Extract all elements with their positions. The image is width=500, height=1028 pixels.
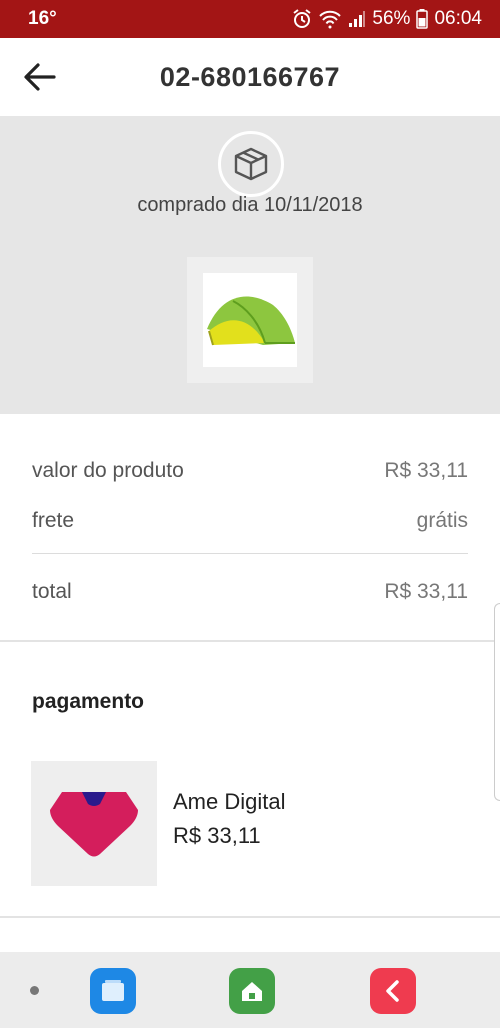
shipping-row: frete grátis — [32, 509, 468, 533]
product-value-row: valor do produto R$ 33,11 — [32, 459, 468, 483]
back-icon — [386, 980, 399, 1002]
section-divider-bottom — [0, 916, 500, 918]
battery-percent: 56% — [372, 8, 411, 29]
wifi-icon — [318, 9, 342, 29]
total-value: R$ 33,11 — [384, 580, 468, 603]
package-box-icon — [234, 147, 268, 181]
order-header: comprado dia 10/11/2018 — [0, 116, 500, 414]
status-bar: 16° 56% 06:04 — [0, 0, 500, 38]
bottom-dock — [0, 952, 500, 1028]
payment-amount: R$ 33,11 — [173, 823, 261, 848]
clock-text: 06:04 — [434, 8, 482, 29]
purchase-date: comprado dia 10/11/2018 — [137, 194, 363, 216]
alarm-icon — [292, 9, 312, 29]
total-row: total R$ 33,11 — [32, 580, 468, 604]
tent-product-image — [207, 296, 295, 346]
section-divider — [0, 640, 500, 642]
payment-section-title: pagamento — [32, 690, 145, 713]
home-button[interactable] — [229, 968, 275, 1014]
home-icon — [242, 982, 262, 1001]
temperature-text: 16° — [28, 8, 57, 29]
dock-indicator-dot — [30, 986, 39, 995]
battery-icon — [416, 9, 429, 29]
order-summary: valor do produto R$ 33,11 frete grátis t… — [0, 414, 500, 640]
shipping-value: grátis — [416, 509, 468, 532]
scroll-handle[interactable] — [494, 603, 500, 801]
payment-method-name: Ame Digital — [173, 789, 286, 814]
recent-apps-icon — [102, 980, 124, 1001]
ame-digital-logo — [50, 791, 138, 856]
total-label: total — [32, 580, 72, 603]
shipping-label: frete — [32, 509, 75, 532]
product-value-label: valor do produto — [32, 459, 184, 482]
payment-method-logo — [31, 761, 157, 886]
summary-divider — [32, 553, 468, 554]
order-number-title: 02-680166767 — [159, 61, 341, 92]
product-value: R$ 33,11 — [384, 459, 468, 482]
recent-apps-button[interactable] — [90, 968, 136, 1014]
package-status-badge — [218, 131, 284, 197]
signal-icon — [348, 10, 366, 28]
back-nav-button[interactable] — [370, 968, 416, 1014]
product-thumbnail[interactable] — [187, 257, 313, 383]
app-bar: 02-680166767 — [0, 38, 500, 116]
